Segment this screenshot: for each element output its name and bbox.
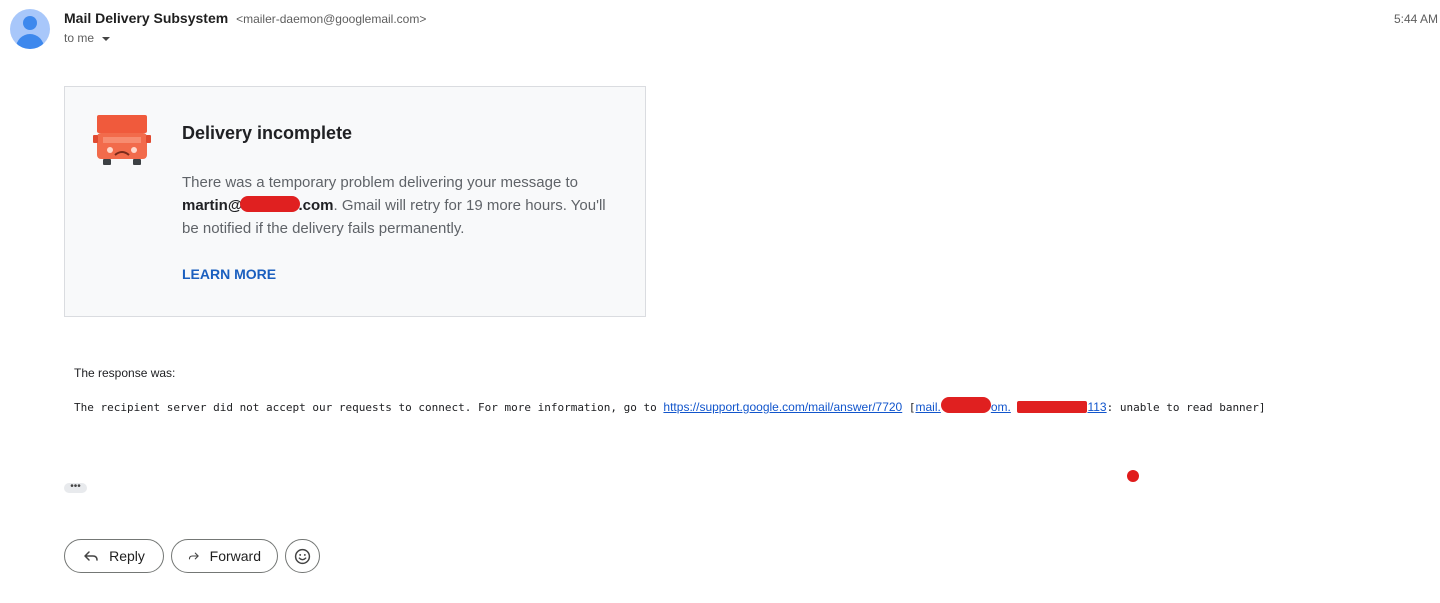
host-prefix: mail. — [915, 400, 941, 414]
delivery-status-card: Delivery incomplete There was a temporar… — [64, 86, 646, 317]
sender-avatar[interactable] — [10, 9, 50, 49]
recipient-address: martin@ .com — [182, 196, 334, 214]
forward-label: Forward — [209, 548, 261, 564]
person-icon-head — [23, 16, 37, 30]
reply-icon — [84, 551, 98, 561]
sender-name[interactable]: Mail Delivery Subsystem — [64, 10, 228, 26]
response-text-start: The recipient server did not accept our … — [74, 401, 664, 414]
sender-email: <mailer-daemon@googlemail.com> — [236, 12, 427, 26]
show-trimmed-content-button[interactable]: ••• — [64, 482, 87, 493]
bracket-open: [ — [902, 401, 916, 414]
response-details: The recipient server did not accept our … — [74, 397, 1266, 414]
emoji-reaction-button[interactable] — [285, 539, 320, 573]
delivery-status-message: There was a temporary problem delivering… — [182, 171, 622, 240]
recipient-suffix: .com — [298, 197, 334, 214]
recipient-label: to me — [64, 31, 95, 45]
recipient-prefix: martin@ — [182, 197, 243, 214]
response-text-end: : unable to read banner] — [1106, 401, 1266, 414]
ip-link[interactable]: 113 — [1087, 400, 1106, 414]
sender-line: Mail Delivery Subsystem <mailer-daemon@g… — [64, 10, 426, 26]
message-text-start: There was a temporary problem delivering… — [182, 174, 579, 191]
learn-more-link[interactable]: LEARN MORE — [182, 266, 276, 282]
support-link[interactable]: https://support.google.com/mail/answer/7… — [663, 400, 902, 414]
emoji-icon — [294, 548, 311, 564]
redaction-mark — [240, 196, 301, 212]
recipient-details-toggle[interactable]: to me — [64, 31, 111, 45]
message-timestamp: 5:44 AM — [1393, 12, 1438, 26]
person-icon-body — [16, 34, 44, 49]
response-label: The response was: — [74, 366, 176, 380]
chevron-down-icon[interactable] — [102, 36, 111, 41]
redaction-mark-host — [940, 397, 991, 413]
delivery-status-title: Delivery incomplete — [182, 123, 353, 143]
reply-label: Reply — [109, 548, 145, 564]
server-host-link[interactable]: mail. om. — [915, 397, 1011, 414]
forward-icon — [188, 552, 199, 560]
forward-button[interactable]: Forward — [171, 539, 278, 573]
redaction-mark-ip — [1017, 401, 1088, 413]
truck-sad-icon — [93, 115, 151, 165]
annotation-dot — [1127, 470, 1139, 482]
host-suffix: om. — [990, 400, 1011, 414]
reply-button[interactable]: Reply — [64, 539, 164, 573]
